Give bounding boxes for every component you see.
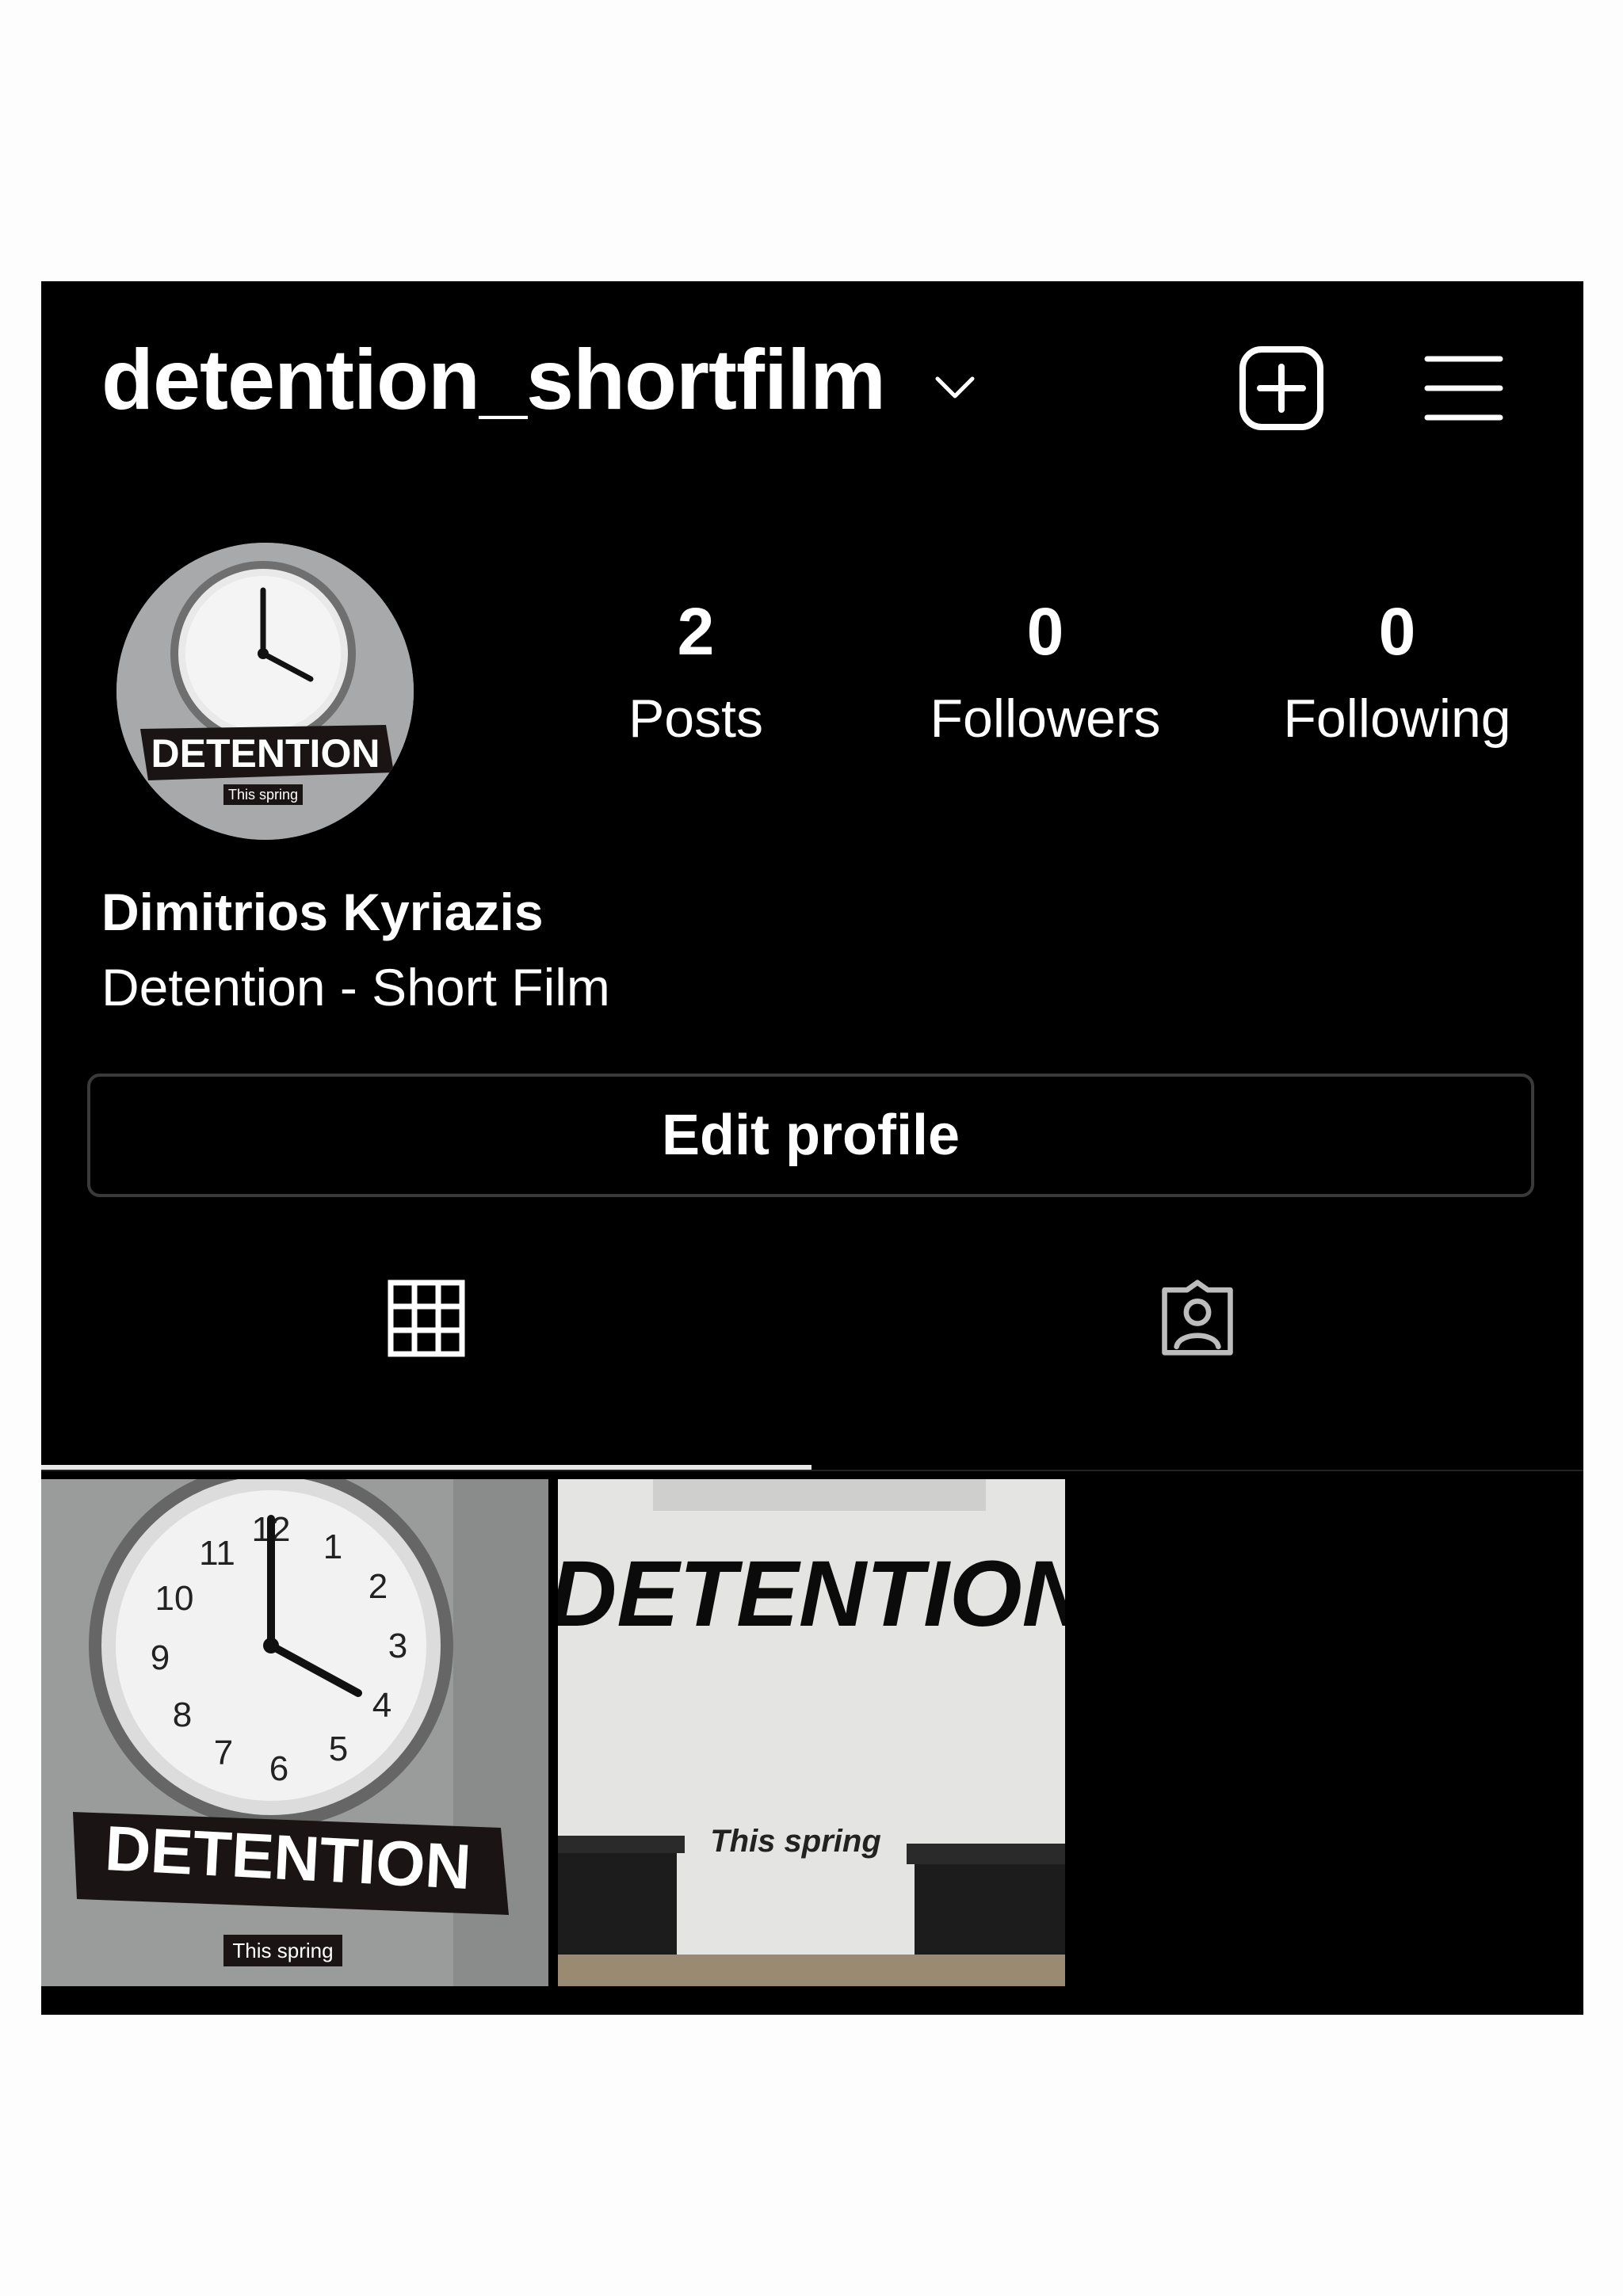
chevron-down-icon[interactable] [933, 372, 977, 404]
svg-text:2: 2 [369, 1567, 388, 1606]
svg-text:5: 5 [329, 1730, 348, 1768]
post-image-clock: 1212 345 678 91011 DETENTION This spring [41, 1479, 548, 1986]
profile-name: Dimitrios Kyriazis [101, 883, 544, 941]
svg-text:7: 7 [214, 1733, 233, 1772]
following-label: Following [1283, 688, 1511, 749]
tagged-icon[interactable] [1155, 1280, 1240, 1357]
new-post-icon[interactable] [1238, 345, 1325, 432]
profile-bio: Detention - Short Film [101, 958, 610, 1016]
post-subtitle: This spring [232, 1939, 333, 1962]
menu-icon[interactable] [1424, 353, 1503, 424]
svg-text:8: 8 [173, 1695, 192, 1734]
posts-label: Posts [628, 688, 764, 749]
post-subtitle: This spring [710, 1824, 881, 1859]
username-title[interactable]: detention_shortfilm [101, 337, 886, 422]
post-thumbnail[interactable]: DETENTION This spring [558, 1479, 1065, 1986]
profile-screen: detention_shortfilm DETENTION This sprin… [41, 281, 1583, 2015]
post-thumbnail[interactable]: 1212 345 678 91011 DETENTION This spring [41, 1479, 548, 1986]
avatar-image: DETENTION This spring [116, 543, 414, 840]
svg-text:1: 1 [323, 1527, 342, 1566]
followers-stat[interactable]: 0 Followers [918, 598, 1172, 746]
followers-label: Followers [930, 688, 1161, 749]
posts-count: 2 [677, 594, 715, 669]
tab-divider [41, 1470, 1583, 1471]
post-title: DETENTION [558, 1542, 1065, 1646]
avatar-title: DETENTION [151, 731, 380, 776]
svg-text:9: 9 [151, 1638, 170, 1677]
svg-text:10: 10 [155, 1579, 194, 1618]
svg-text:11: 11 [199, 1534, 235, 1573]
edit-profile-button[interactable]: Edit profile [87, 1074, 1534, 1197]
following-stat[interactable]: 0 Following [1270, 598, 1524, 746]
avatar[interactable]: DETENTION This spring [116, 543, 414, 840]
svg-text:4: 4 [372, 1686, 391, 1725]
posts-stat[interactable]: 2 Posts [569, 598, 823, 746]
following-count: 0 [1378, 594, 1416, 669]
grid-icon[interactable] [388, 1280, 465, 1357]
post-image-classroom: DETENTION This spring [558, 1479, 1065, 1986]
avatar-subtitle: This spring [228, 787, 298, 803]
followers-count: 0 [1026, 594, 1064, 669]
svg-text:3: 3 [388, 1627, 407, 1665]
top-bar: detention_shortfilm [41, 281, 1583, 463]
svg-text:6: 6 [269, 1749, 288, 1788]
